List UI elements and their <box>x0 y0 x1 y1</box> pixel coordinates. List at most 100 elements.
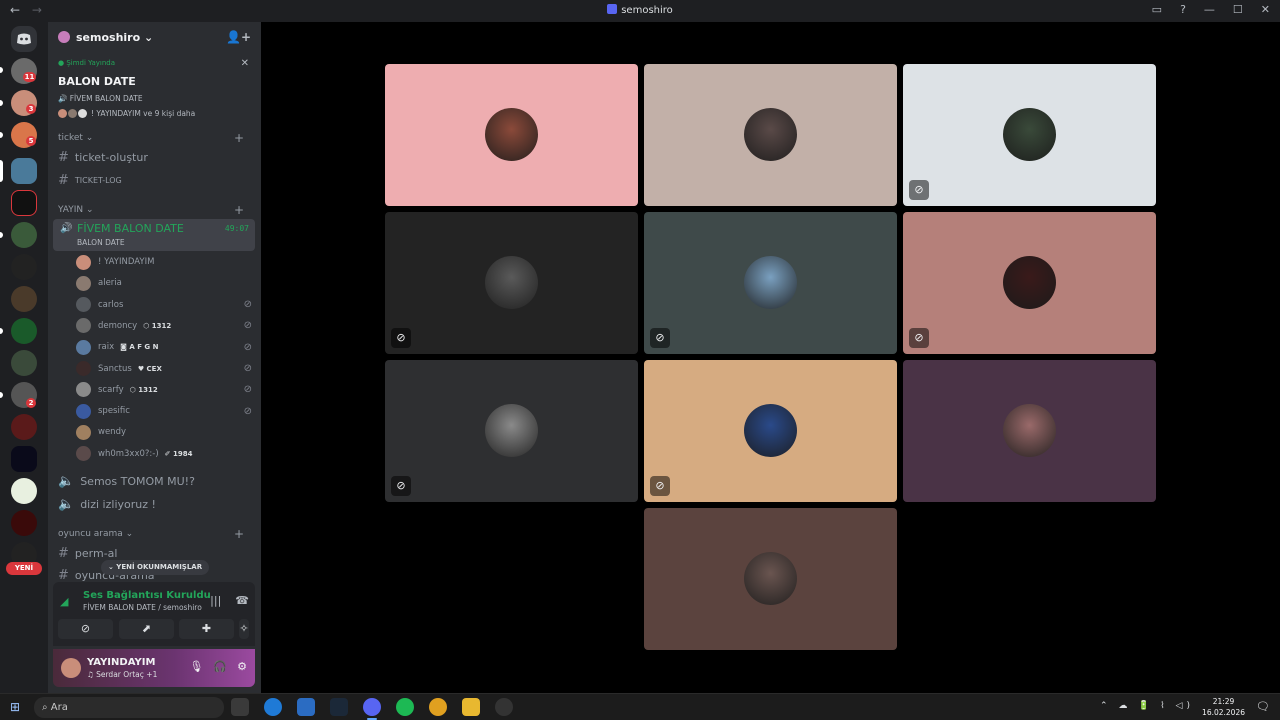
discord-taskbar-icon[interactable] <box>363 698 381 716</box>
voice-user[interactable]: spesific ⊘ <box>76 401 256 421</box>
invite-people-icon[interactable]: 👤+ <box>226 30 251 44</box>
username: YAYINDAYIM <box>87 657 156 668</box>
user-tag: ✐ 1984 <box>164 449 193 458</box>
connection-detail[interactable]: FİVEM BALON DATE / semoshiro <box>83 603 202 612</box>
start-icon[interactable]: ⊞ <box>10 700 20 714</box>
guild-icon[interactable] <box>11 350 37 376</box>
event-title[interactable]: BALON DATE <box>58 75 136 88</box>
voice-user[interactable]: carlos ⊘ <box>76 295 256 315</box>
clock[interactable]: 21:29 16.02.2026 <box>1202 696 1245 718</box>
obs-icon[interactable] <box>495 698 513 716</box>
category-ticket[interactable]: ticket ⌄ + <box>58 131 250 145</box>
noise-suppression-icon[interactable]: ||| <box>210 594 221 607</box>
inbox-icon[interactable]: ▭ <box>1152 3 1162 16</box>
channel-dizi[interactable]: 🔈 dizi izliyoruz ! <box>58 497 250 512</box>
live-label: ● Şimdi Yayında <box>58 59 116 67</box>
signal-icon[interactable]: ◢ <box>60 595 68 608</box>
spotify-icon[interactable] <box>396 698 414 716</box>
muted-mic-icon: ⊘ <box>909 328 929 348</box>
maximize-button[interactable]: ☐ <box>1233 3 1243 16</box>
muted-mic-icon: ⊘ <box>391 476 411 496</box>
mention-badge: 5 <box>26 136 36 146</box>
user-tag: ⬡ 1312 <box>129 385 158 394</box>
search-input[interactable]: ⌕ Ara <box>34 697 224 718</box>
video-tile[interactable]: ⊘ <box>903 212 1156 354</box>
video-tile[interactable]: ⊘ <box>644 360 897 502</box>
store-icon[interactable] <box>297 698 315 716</box>
help-icon[interactable]: ? <box>1180 3 1186 16</box>
video-tile[interactable] <box>644 64 897 206</box>
server-rail: 11 3 5 2 YENİ <box>0 22 48 693</box>
video-tile[interactable]: ⊘ <box>644 212 897 354</box>
add-channel-icon[interactable]: + <box>234 203 244 217</box>
voice-timer: 49:07 <box>224 224 249 233</box>
voice-user[interactable]: aleria <box>76 273 256 293</box>
voice-user[interactable]: demoncy ⬡ 1312 ⊘ <box>76 316 256 336</box>
task-view-icon[interactable] <box>231 698 249 716</box>
video-tile[interactable]: ⊘ <box>903 64 1156 206</box>
guild-icon[interactable] <box>11 254 37 280</box>
close-icon[interactable]: ✕ <box>241 58 249 69</box>
video-tile[interactable] <box>903 360 1156 502</box>
voice-user[interactable]: wh0m3xx0?:-) ✐ 1984 <box>76 444 256 464</box>
voice-user[interactable]: raix ◙ A F G N ⊘ <box>76 337 256 357</box>
guild-icon[interactable] <box>11 414 37 440</box>
avatar <box>76 297 91 313</box>
category-oyuncu-arama[interactable]: oyuncu arama ⌄ + <box>58 527 250 541</box>
guild-icon[interactable] <box>11 478 37 504</box>
channel-semos[interactable]: 🔈 Semos TOMOM MU!? <box>58 474 250 489</box>
channel-ticket-olustur[interactable]: # ticket-oluştur <box>58 150 250 165</box>
server-header[interactable]: semoshiro ⌄ 👤+ <box>48 22 261 52</box>
activities-button[interactable]: ✚ <box>179 619 234 639</box>
steam-icon[interactable] <box>330 698 348 716</box>
chrome-icon[interactable] <box>429 698 447 716</box>
notification-icon[interactable]: 🗨 <box>1256 700 1270 713</box>
headset-icon[interactable]: 🎧 <box>213 660 227 673</box>
guild-icon[interactable] <box>11 222 37 248</box>
speaker-icon: 🔈 <box>58 497 75 512</box>
camera-off-button[interactable]: ⊘ <box>58 619 113 639</box>
guild-icon[interactable] <box>11 446 37 472</box>
voice-user[interactable]: scarfy ⬡ 1312 ⊘ <box>76 380 256 400</box>
hash-icon: # <box>58 568 69 583</box>
disconnect-icon[interactable]: ☎ <box>235 594 249 607</box>
category-yayin[interactable]: YAYIN ⌄ + <box>58 203 250 217</box>
voice-channel-name: FİVEM BALON DATE <box>77 222 184 235</box>
add-channel-icon[interactable]: + <box>234 131 244 145</box>
guild-icon[interactable] <box>11 318 37 344</box>
avatar[interactable] <box>61 658 81 678</box>
channel-ticket-log[interactable]: # TICKET-LOG <box>58 173 250 188</box>
voice-user-name: Sanctus <box>98 363 132 374</box>
voice-user[interactable]: Sanctus ♥ CEX ⊘ <box>76 359 256 379</box>
new-unreads-pill[interactable]: ⌄ YENİ OKUNMAMIŞLAR <box>101 560 210 575</box>
minimize-button[interactable]: — <box>1204 3 1215 16</box>
close-button[interactable]: ✕ <box>1261 3 1270 16</box>
avatar <box>76 275 91 291</box>
avatar <box>485 108 538 161</box>
video-tile[interactable] <box>385 64 638 206</box>
microphone-icon[interactable]: 🎙 <box>189 660 203 673</box>
video-tile[interactable]: ⊘ <box>385 360 638 502</box>
voice-user[interactable]: ! YAYINDAYIM <box>76 252 256 272</box>
avatar <box>485 404 538 457</box>
discord-home-icon[interactable] <box>11 26 37 52</box>
guild-icon[interactable] <box>11 286 37 312</box>
gear-icon[interactable]: ⚙ <box>237 660 247 673</box>
voice-user-name: scarfy <box>98 384 124 395</box>
guild-icon[interactable] <box>11 158 37 184</box>
voice-user-name: aleria <box>98 278 122 289</box>
file-explorer-icon[interactable] <box>462 698 480 716</box>
new-unreads-badge[interactable]: YENİ <box>6 562 42 575</box>
edge-icon[interactable] <box>264 698 282 716</box>
guild-icon[interactable] <box>11 190 37 216</box>
channel-perm-al[interactable]: # perm-al <box>58 546 250 561</box>
video-tile[interactable] <box>644 508 897 650</box>
voice-user[interactable]: wendy <box>76 422 256 442</box>
add-channel-icon[interactable]: + <box>234 527 244 541</box>
soundboard-button[interactable]: ✧ <box>239 619 249 639</box>
screen-share-button[interactable]: ⬈ <box>119 619 174 639</box>
guild-icon[interactable] <box>11 510 37 536</box>
video-tile[interactable]: ⊘ <box>385 212 638 354</box>
video-grid: ⊘ ⊘ ⊘ ⊘ ⊘ ⊘ <box>261 22 1280 693</box>
system-tray[interactable]: ⌃ ☁ 🔋 ⌇ ◁) <box>1100 701 1194 711</box>
